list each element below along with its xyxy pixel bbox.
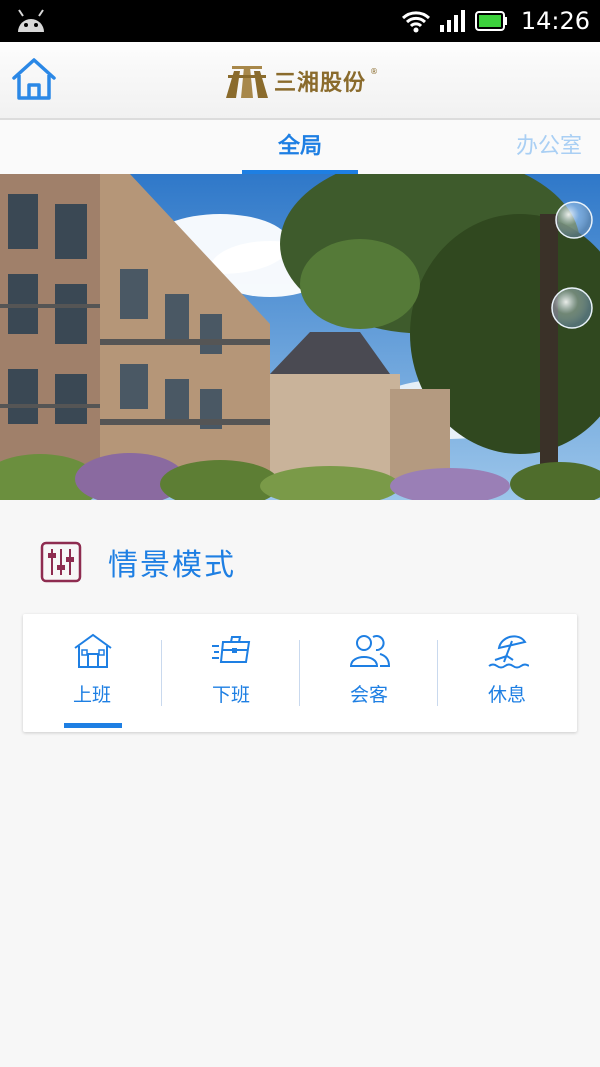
app-header: 三湘股份 ® bbox=[0, 42, 600, 120]
home-icon[interactable] bbox=[10, 56, 58, 102]
scene-mode-bar: 上班 下班 会客 休息 bbox=[23, 614, 577, 732]
scene-selected-indicator bbox=[64, 723, 122, 728]
banner-image bbox=[0, 174, 600, 500]
scene-work-label: 上班 bbox=[72, 684, 111, 706]
android-icon bbox=[18, 9, 44, 32]
section-title: 情景模式 bbox=[108, 548, 236, 583]
tab-office[interactable]: 办公室 bbox=[516, 120, 600, 174]
brand-name: 三湘股份 bbox=[274, 71, 367, 96]
scene-rest-label: 休息 bbox=[487, 684, 526, 706]
battery-icon bbox=[474, 11, 507, 31]
scene-guests-label: 会客 bbox=[349, 684, 388, 706]
brand-logo: 三湘股份 ® bbox=[224, 62, 378, 100]
scene-off-work-label: 下班 bbox=[211, 684, 250, 706]
clock: 14:26 bbox=[520, 7, 590, 35]
scene-off-work[interactable]: 下班 bbox=[162, 614, 300, 732]
briefcase-icon bbox=[212, 636, 251, 663]
tab-global[interactable]: 全局 bbox=[242, 120, 358, 174]
scene-guests[interactable]: 会客 bbox=[300, 614, 438, 732]
brand-registered-mark: ® bbox=[370, 66, 379, 76]
scene-work[interactable]: 上班 bbox=[23, 614, 161, 732]
sliders-icon bbox=[40, 541, 82, 583]
signal-icon bbox=[439, 10, 465, 32]
scene-rest[interactable]: 休息 bbox=[438, 614, 576, 732]
house-icon bbox=[74, 633, 112, 668]
status-bar: 14:26 bbox=[0, 0, 600, 42]
room-tabs: 全局 办公室 bbox=[0, 120, 600, 174]
logo-mark-icon bbox=[226, 66, 268, 98]
beach-umbrella-icon bbox=[488, 635, 529, 669]
scene-mode-header: 情景模式 bbox=[40, 540, 236, 584]
wifi-icon bbox=[401, 11, 430, 33]
people-icon bbox=[349, 635, 391, 667]
